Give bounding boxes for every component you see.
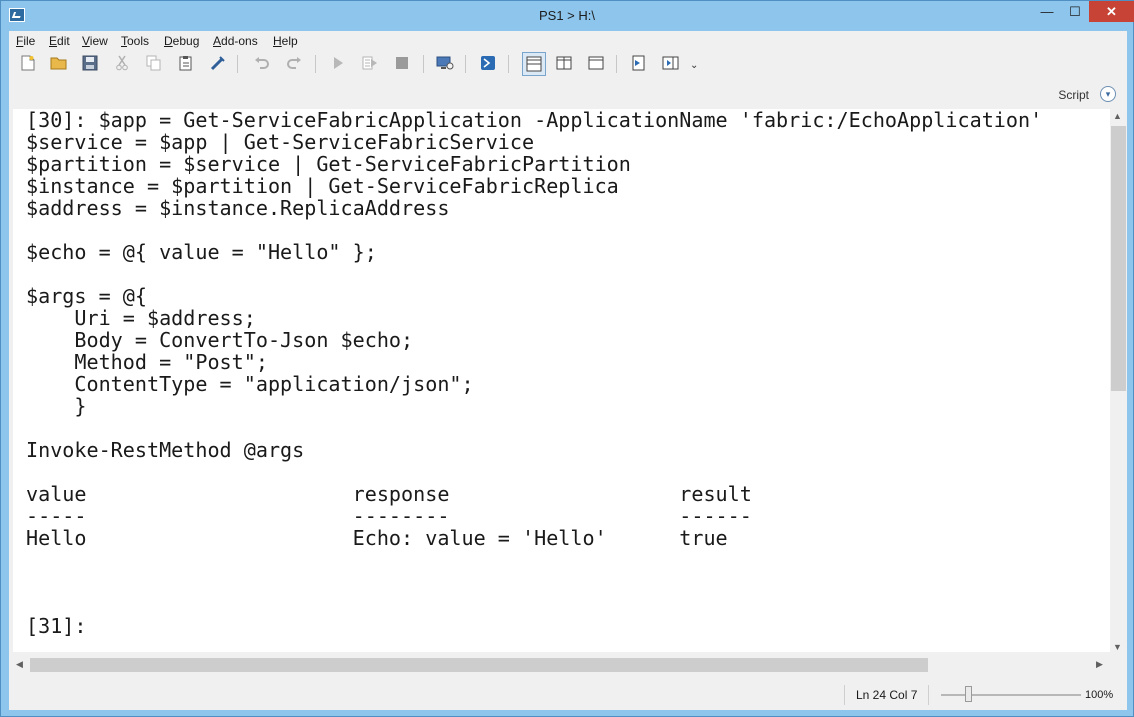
script-pane-label[interactable]: Script — [1058, 88, 1089, 102]
console-line: Body = ConvertTo-Json $echo; — [26, 328, 414, 352]
toolbar-separator — [237, 55, 238, 73]
zoom-slider-track[interactable] — [941, 694, 1081, 696]
console-line: $service = $app | Get-ServiceFabricServi… — [26, 130, 535, 154]
scroll-up-arrow-icon[interactable]: ▲ — [1113, 111, 1122, 121]
close-button[interactable]: ✕ — [1089, 1, 1134, 22]
console-line: $instance = $partition | Get-ServiceFabr… — [26, 174, 619, 198]
horizontal-scrollbar-thumb[interactable] — [30, 658, 928, 672]
status-bar: Ln 24 Col 7 100% — [9, 680, 1127, 710]
toolbar-separator — [465, 55, 466, 73]
cut-icon[interactable] — [113, 54, 131, 72]
console-line: ContentType = "application/json"; — [26, 372, 474, 396]
console-line: Invoke-RestMethod @args — [26, 438, 305, 462]
title-bar[interactable]: PS1 > H:\ — ☐ ✕ — [1, 1, 1134, 31]
copy-icon[interactable] — [145, 54, 163, 72]
status-separator — [844, 685, 845, 705]
toolbar-overflow-button[interactable]: ⌄ — [690, 60, 698, 71]
minimize-button[interactable]: — — [1033, 1, 1061, 22]
console-line: Uri = $address; — [26, 306, 256, 330]
menu-edit[interactable]: Edit — [49, 34, 70, 48]
menu-debug[interactable]: Debug — [164, 34, 199, 48]
console-output[interactable]: [30]: $app = Get-ServiceFabricApplicatio… — [26, 109, 1042, 637]
toolbar-separator — [315, 55, 316, 73]
console-line: $args = @{ — [26, 284, 147, 308]
console-line: Hello Echo: value = 'Hello' true — [26, 526, 728, 550]
script-pane-header: Script ▾ — [9, 83, 1127, 103]
console-line: $echo = @{ value = "Hello" }; — [26, 240, 377, 264]
vertical-scrollbar-thumb[interactable] — [1111, 126, 1126, 391]
toolbar-separator — [508, 55, 509, 73]
stop-icon[interactable] — [393, 54, 411, 72]
console-line: value response result — [26, 482, 752, 506]
scroll-left-arrow-icon[interactable]: ◀ — [16, 659, 23, 670]
console-line: $address = $instance.ReplicaAddress — [26, 196, 450, 220]
console-line: ----- -------- ------ — [26, 504, 752, 528]
menu-file[interactable]: File — [16, 34, 35, 48]
zoom-level: 100% — [1085, 689, 1114, 701]
vertical-scrollbar[interactable]: ▲ ▼ — [1110, 109, 1126, 656]
redo-icon[interactable] — [285, 54, 303, 72]
client-area: File Edit View Tools Debug Add-ons Help — [9, 31, 1127, 710]
toolbar: ⌄ — [9, 51, 1127, 77]
console-line: [31]: — [26, 614, 87, 638]
clear-icon[interactable] — [209, 54, 227, 72]
scroll-down-arrow-icon[interactable]: ▼ — [1113, 642, 1122, 652]
window-title: PS1 > H:\ — [539, 8, 595, 23]
toolbar-separator — [616, 55, 617, 73]
status-separator — [928, 685, 929, 705]
console-line: [30]: $app = Get-ServiceFabricApplicatio… — [26, 109, 1043, 132]
horizontal-scrollbar[interactable]: ◀ ▶ — [13, 656, 1110, 673]
zoom-slider-thumb[interactable] — [965, 686, 972, 702]
save-icon[interactable] — [81, 54, 99, 72]
powershell-ise-window: PS1 > H:\ — ☐ ✕ File Edit View Tools Deb… — [0, 0, 1134, 717]
run-icon[interactable] — [329, 54, 347, 72]
remote-tab-icon[interactable] — [436, 54, 454, 72]
powershell-icon[interactable] — [479, 54, 497, 72]
layout-right-icon[interactable] — [555, 54, 573, 72]
console-line: $partition = $service | Get-ServiceFabri… — [26, 152, 631, 176]
console-line: Method = "Post"; — [26, 350, 268, 374]
open-icon[interactable] — [50, 54, 68, 72]
cursor-position: Ln 24 Col 7 — [856, 688, 918, 702]
menu-help[interactable]: Help — [273, 34, 298, 48]
scroll-right-arrow-icon[interactable]: ▶ — [1096, 659, 1103, 670]
menu-view[interactable]: View — [82, 34, 108, 48]
layout-maximized-icon[interactable] — [587, 54, 605, 72]
new-icon[interactable] — [19, 54, 37, 72]
show-addon-icon[interactable] — [662, 54, 680, 72]
console-line: } — [26, 394, 87, 418]
undo-icon[interactable] — [253, 54, 271, 72]
maximize-button[interactable]: ☐ — [1061, 1, 1089, 22]
show-command-icon[interactable] — [630, 54, 648, 72]
run-selection-icon[interactable] — [361, 54, 379, 72]
paste-icon[interactable] — [177, 54, 195, 72]
layout-top-icon[interactable] — [522, 52, 546, 76]
console-pane[interactable]: [30]: $app = Get-ServiceFabricApplicatio… — [13, 109, 1110, 652]
menu-tools[interactable]: Tools — [121, 34, 149, 48]
toolbar-separator — [423, 55, 424, 73]
menu-bar: File Edit View Tools Debug Add-ons Help — [9, 31, 1127, 51]
chevron-down-icon[interactable]: ▾ — [1100, 86, 1116, 102]
menu-add-ons[interactable]: Add-ons — [213, 34, 258, 48]
